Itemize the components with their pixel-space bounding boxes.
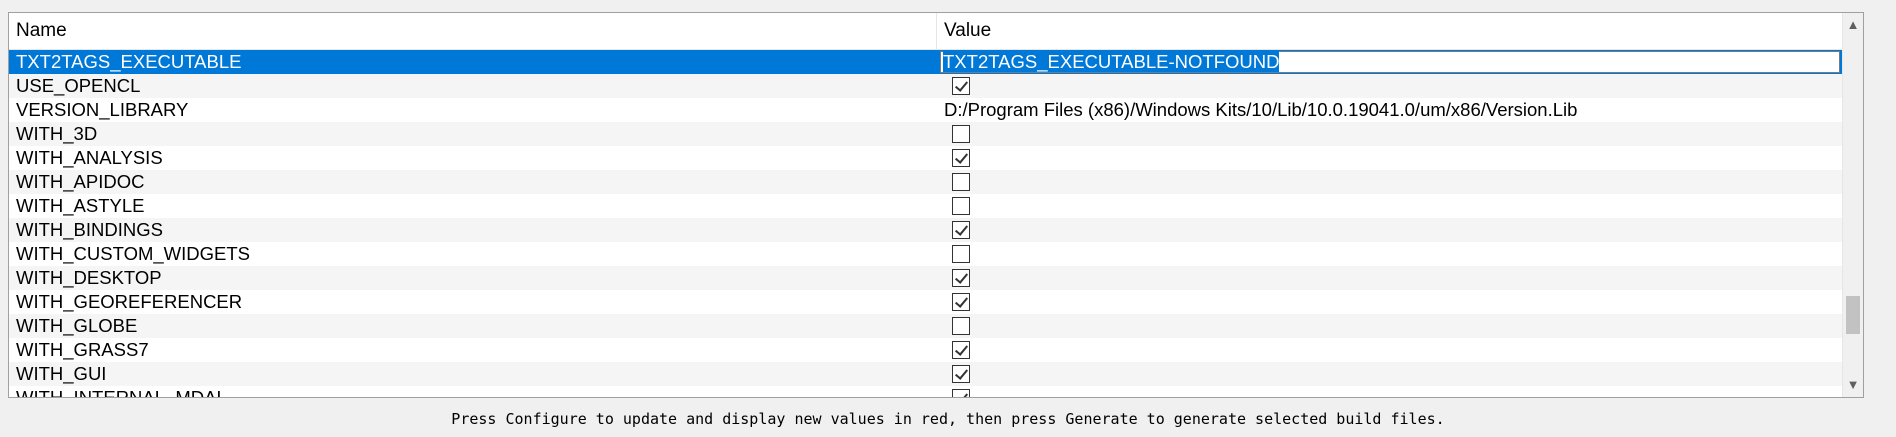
variable-value <box>937 194 1843 218</box>
table-row[interactable]: VERSION_LIBRARY D:/Program Files (x86)/Wi… <box>9 98 1843 122</box>
checkbox-checked[interactable] <box>952 293 970 311</box>
vertical-scrollbar[interactable]: ▲ ▼ <box>1842 13 1863 397</box>
status-message: Press Configure to update and display ne… <box>451 410 1445 428</box>
variable-value: D:/Program Files (x86)/Windows Kits/10/L… <box>944 99 1578 120</box>
variable-value <box>937 362 1843 386</box>
checkbox-checked[interactable] <box>952 341 970 359</box>
variable-name: WITH_GUI <box>16 363 107 384</box>
checkbox-unchecked[interactable] <box>952 125 970 143</box>
variable-name: WITH_CUSTOM_WIDGETS <box>16 243 250 264</box>
variable-value <box>937 170 1843 194</box>
table-row[interactable]: WITH_CUSTOM_WIDGETS <box>9 242 1843 266</box>
variable-value <box>937 146 1843 170</box>
table-row[interactable]: WITH_GEOREFERENCER <box>9 290 1843 314</box>
variable-value <box>937 290 1843 314</box>
chevron-down-icon[interactable]: ▼ <box>1843 375 1863 395</box>
selected-value-text: TXT2TAGS_EXECUTABLE-NOTFOUND <box>943 51 1280 72</box>
variable-name: WITH_APIDOC <box>16 171 145 192</box>
variable-name: WITH_ANALYSIS <box>16 147 163 168</box>
table-row[interactable]: WITH_GLOBE <box>9 314 1843 338</box>
table-row[interactable]: WITH_3D <box>9 122 1843 146</box>
table-body: TXT2TAGS_EXECUTABLE TXT2TAGS_EXECUTABLE-N… <box>9 50 1843 397</box>
checkbox-checked[interactable] <box>952 269 970 287</box>
variable-name: WITH_3D <box>16 123 98 144</box>
chevron-up-icon[interactable]: ▲ <box>1843 15 1863 35</box>
checkbox-checked[interactable] <box>952 221 970 239</box>
column-header-name[interactable]: Name <box>9 13 937 49</box>
checkbox-checked[interactable] <box>952 365 970 383</box>
scroll-track[interactable] <box>1845 37 1861 373</box>
variable-value <box>937 122 1843 146</box>
variable-name: TXT2TAGS_EXECUTABLE <box>16 51 242 72</box>
value-edit-field[interactable]: TXT2TAGS_EXECUTABLE-NOTFOUND <box>940 51 1840 73</box>
checkbox-unchecked[interactable] <box>952 197 970 215</box>
variable-name: WITH_DESKTOP <box>16 267 162 288</box>
table-row[interactable]: WITH_ASTYLE <box>9 194 1843 218</box>
table-row[interactable]: WITH_APIDOC <box>9 170 1843 194</box>
table-row[interactable]: WITH_DESKTOP <box>9 266 1843 290</box>
variable-value: TXT2TAGS_EXECUTABLE-NOTFOUND... <box>937 50 1843 74</box>
table-row[interactable]: WITH_INTERNAL_MDAL <box>9 386 1843 397</box>
column-header-value[interactable]: Value <box>937 13 1843 49</box>
variable-name: VERSION_LIBRARY <box>16 99 189 120</box>
checkbox-checked[interactable] <box>952 77 970 95</box>
table-row[interactable]: WITH_BINDINGS <box>9 218 1843 242</box>
variable-name: WITH_INTERNAL_MDAL <box>9 386 937 397</box>
variable-name: USE_OPENCL <box>16 75 141 96</box>
variable-value <box>937 386 1843 397</box>
checkbox-checked[interactable] <box>952 389 970 397</box>
table-row[interactable]: WITH_GRASS7 <box>9 338 1843 362</box>
variable-name: WITH_GRASS7 <box>16 339 149 360</box>
variable-name: WITH_GEOREFERENCER <box>16 291 243 312</box>
table-row[interactable]: USE_OPENCL <box>9 74 1843 98</box>
variable-value <box>937 242 1843 266</box>
variable-value <box>937 74 1843 98</box>
variable-value <box>937 314 1843 338</box>
checkbox-unchecked[interactable] <box>952 317 970 335</box>
table-header: Name Value <box>9 13 1843 50</box>
variable-name: WITH_GLOBE <box>16 315 138 336</box>
table-row[interactable]: WITH_ANALYSIS <box>9 146 1843 170</box>
variable-value <box>937 266 1843 290</box>
scroll-thumb[interactable] <box>1846 296 1860 335</box>
table-row[interactable]: WITH_GUI <box>9 362 1843 386</box>
variable-name: WITH_BINDINGS <box>16 219 163 240</box>
variable-value <box>937 338 1843 362</box>
variable-name: WITH_ASTYLE <box>16 195 145 216</box>
variable-value <box>937 218 1843 242</box>
checkbox-unchecked[interactable] <box>952 173 970 191</box>
checkbox-checked[interactable] <box>952 149 970 167</box>
checkbox-unchecked[interactable] <box>952 245 970 263</box>
cache-variable-table: Name Value TXT2TAGS_EXECUTABLE TXT2TAGS_E… <box>8 12 1864 398</box>
table-row[interactable]: TXT2TAGS_EXECUTABLE TXT2TAGS_EXECUTABLE-N… <box>9 50 1843 74</box>
